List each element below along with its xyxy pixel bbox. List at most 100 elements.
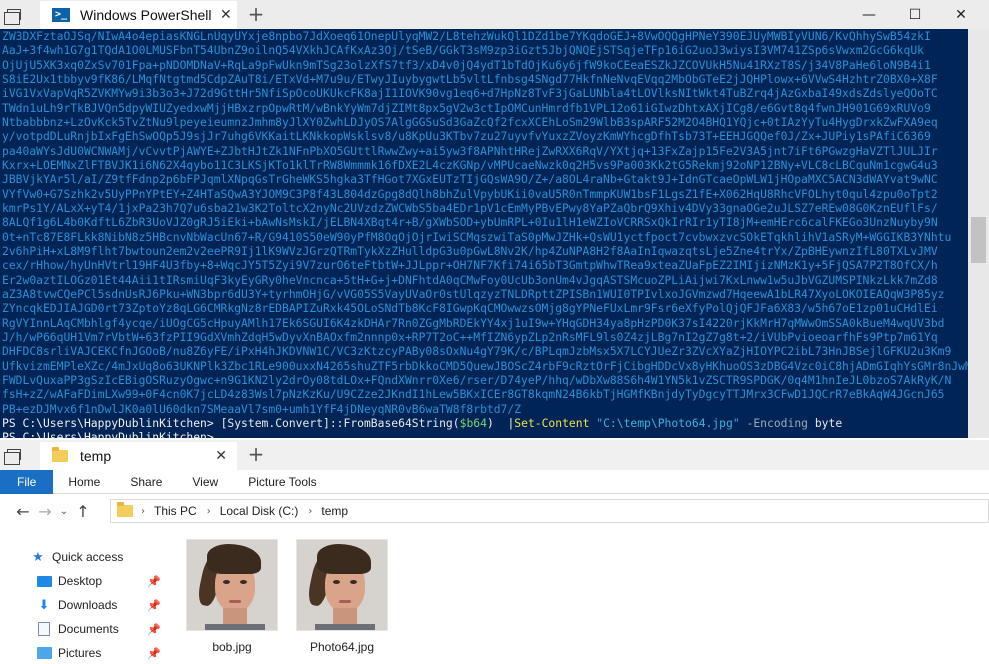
sidebar-item-pictures[interactable]: Pictures 📌 — [36, 642, 165, 664]
prompt-path: PS C:\Users\HappyDublinKitchen> — [2, 415, 214, 430]
explorer-tab-bar: temp ✕ + — [0, 440, 989, 470]
base64-line: kmrPs1Y/ALxX+yT4/1jxPa23h7Q7u6sba21w3K2T… — [2, 200, 938, 215]
base64-line: 2v6hPiH+xL8M9flht7bwtoun2em2v2eePR9Ij1lK… — [2, 243, 938, 258]
sidebar-item-downloads[interactable]: ⬇ Downloads 📌 — [36, 594, 165, 616]
base64-line: iVG1VxVapVqR5ZVKMYw9i3b3o3+J72d9GttHr5Nf… — [2, 86, 938, 101]
desktop-icon — [36, 574, 52, 588]
sidebar-item-label: Pictures — [58, 646, 102, 660]
console-output[interactable]: ZW3DXFztaOJSq/NIwA4o4epiasKNGLnUqyUYxje8… — [0, 29, 968, 438]
star-icon: ★ — [32, 549, 44, 565]
pin-icon[interactable]: 📌 — [147, 599, 161, 612]
base64-line: pa40aWYsJdU0WCNWAMj/vCvvtPjAWYE+ZJbtHJtZ… — [2, 143, 938, 158]
base64-line: y/votpdDLuRnjbIxFgEhSwOQp5J9sjJr7uhg6VKK… — [2, 129, 931, 144]
documents-icon — [36, 622, 52, 636]
new-tab-button[interactable]: + — [246, 443, 266, 465]
ribbon-tab-home[interactable]: Home — [53, 470, 115, 494]
minimize-button[interactable]: — — [846, 0, 892, 29]
sidebar-item-label: Downloads — [58, 598, 118, 612]
base64-line: Kxrx+LOEMNxZlFTBVJK1i6N62X4qybo11C3LKSjK… — [2, 157, 938, 172]
base64-line: cex/rHhow/hyUnHVtrl19HF4U3fby+8+WqcJY5T5… — [2, 258, 938, 273]
command-type: [System.Convert]::FromBase64String( — [220, 415, 460, 430]
base64-line: 8ALQf1g6L4b0KdftL6ZbR3UoVJZ0gRJ5iEki+bAw… — [2, 215, 938, 230]
breadcrumb-separator: › — [308, 505, 313, 517]
command-variable: $b64 — [459, 415, 487, 430]
file-item-photo64[interactable]: Photo64.jpg — [292, 539, 392, 659]
navigation-pane: ★ Quick access Desktop 📌 ⬇ Downloads 📌 D… — [0, 536, 165, 661]
ribbon-tab-picture-tools[interactable]: Picture Tools — [233, 470, 331, 494]
powershell-window: >_ Windows PowerShell (x ✕ + — ☐ ✕ ZW3DX… — [0, 0, 989, 438]
sidebar-item-label: Quick access — [52, 550, 124, 564]
base64-line: VYfVw0+G7Szhk2v5UyPPnYPtEY+Z4HTaSQwA3YJO… — [2, 186, 938, 201]
new-tab-button[interactable]: + — [246, 3, 266, 25]
ribbon-tab-file[interactable]: File — [0, 470, 54, 494]
breadcrumb-separator: › — [141, 505, 145, 517]
back-arrow-icon[interactable]: ← — [12, 502, 34, 521]
base64-line: FWDLvQuxaPP3gSzIcEBigOSRuzyOgwc+n9G1KN2l… — [2, 372, 952, 387]
ribbon: File Home Share View Picture Tools — [0, 470, 989, 494]
pin-icon[interactable]: 📌 — [147, 647, 161, 660]
explorer-window: temp ✕ + File Home Share View Picture To… — [0, 440, 989, 660]
pictures-icon — [36, 646, 52, 660]
breadcrumb-this-pc[interactable]: This PC — [154, 504, 197, 518]
task-view-icon[interactable] — [0, 0, 28, 29]
breadcrumb-temp[interactable]: temp — [321, 504, 348, 518]
base64-line: aZ3A8tvwCQePCl5sdnUsRJ6Pku+WN3bpr6dU3Y+t… — [2, 286, 945, 301]
file-list: bob.jpg Photo64.jpg — [180, 536, 989, 660]
forward-arrow-icon[interactable]: → — [34, 502, 56, 521]
base64-line: Er2w0aztILOGz01Et44Aii1tIRsmiUqF3kyEyGRy… — [2, 272, 938, 287]
console-scrollbar[interactable] — [968, 29, 989, 438]
sidebar-item-quick-access[interactable]: ★ Quick access — [30, 546, 165, 568]
base64-line: OjUjU5XK3xq0ZxSv701Fpa+pNDOMDNaV+RqLa9pF… — [2, 57, 931, 72]
file-name: Photo64.jpg — [309, 640, 375, 654]
photo-thumbnail — [186, 539, 278, 631]
folder-icon — [117, 502, 133, 517]
pin-icon[interactable]: 📌 — [147, 623, 161, 636]
base64-line: S8iE2Ux1tbbyv9fK86/LMqfNtgtmd5CdpZAuT8i/… — [2, 71, 938, 86]
base64-line: PB+ezDJMvx6f1nDwlJK0a0lU60dkn7SMeaaVl7sm… — [2, 401, 522, 416]
sidebar-item-label: Documents — [58, 622, 119, 636]
downloads-icon: ⬇ — [38, 597, 50, 613]
scrollbar-thumb[interactable] — [971, 217, 986, 263]
address-bar[interactable]: › This PC › Local Disk (C:) › temp — [110, 499, 989, 523]
task-view-icon[interactable] — [0, 440, 28, 469]
base64-line: ZYncqkEDJIAJGD0rt73ZptoYz8qLG6CMRkgNz8rE… — [2, 301, 938, 316]
base64-line: ZW3DXFztaOJSq/NIwA4o4epiasKNGLnUqyUYxje8… — [2, 29, 931, 43]
address-row: ← → ⌄ ↑ › This PC › Local Disk (C:) › te… — [0, 495, 989, 527]
base64-line: DHFDC8srliVAJCEKCfnJGOoB/nu8Z6yFE/iPxH4h… — [2, 344, 952, 359]
breadcrumb-separator: › — [206, 505, 211, 517]
ribbon-tab-share[interactable]: Share — [115, 470, 177, 494]
explorer-tab-title: temp — [80, 448, 112, 464]
powershell-tab-title: Windows PowerShell (x — [80, 7, 212, 23]
ribbon-tab-view[interactable]: View — [177, 470, 233, 494]
explorer-tab[interactable]: temp ✕ — [40, 442, 237, 470]
command-param-value: byte — [814, 415, 843, 430]
folder-icon — [52, 447, 68, 462]
close-tab-icon[interactable]: ✕ — [220, 7, 232, 23]
base64-line: Ntbabbbnz+LzOvKck5TvZtNu9lpeyeieumnzJmhm… — [2, 114, 938, 129]
powershell-tab[interactable]: >_ Windows PowerShell (x ✕ — [40, 1, 237, 29]
base64-line: JBBVjkYAr5l/aI/Z9tfFdnp2p6bFPJqmlXNpqGsT… — [2, 172, 938, 187]
photo-thumbnail — [296, 539, 388, 631]
base64-line: fsH+zZ/wAFaFDimLXw99+0F4cn0K7jcLD4z83Wsl… — [2, 387, 945, 402]
powershell-icon: >_ — [52, 8, 70, 22]
close-tab-icon[interactable]: ✕ — [215, 448, 227, 464]
sidebar-item-documents[interactable]: Documents 📌 — [36, 618, 165, 640]
base64-line: J/h/wP66qUH1Vm7rVbtW+63fzPII9GdXVmhZdqH5… — [2, 329, 938, 344]
base64-line: RgVYInnLAqCMbhlgf4ycqe/iUOgCG5cHpuyAMlh1… — [2, 315, 945, 330]
base64-line: 0t+nTc87E8FLkk8NibN8z5HBcnvNbWacUn67+R/G… — [2, 229, 952, 244]
sidebar-item-label: Desktop — [58, 574, 103, 588]
up-arrow-icon[interactable]: ↑ — [72, 502, 94, 521]
file-item-bob[interactable]: bob.jpg — [182, 539, 282, 659]
pin-icon[interactable]: 📌 — [147, 575, 161, 588]
command-param: -Encoding — [746, 415, 808, 430]
command-cmdlet: Set-Content — [514, 415, 590, 430]
maximize-button[interactable]: ☐ — [892, 0, 938, 29]
command-line: PS C:\Users\HappyDublinKitchen> [System.… — [2, 416, 968, 430]
base64-line: UfkvizmEMPleXZc/4mJxUq8o63UKNPlk3Zbc1RLe… — [2, 358, 968, 373]
breadcrumb-local-disk[interactable]: Local Disk (C:) — [220, 504, 299, 518]
recent-locations-chevron-icon[interactable]: ⌄ — [56, 506, 72, 517]
command-path: "C:\temp\Photo64.jpg" — [596, 415, 740, 430]
powershell-tab-bar: >_ Windows PowerShell (x ✕ + — ☐ ✕ — [0, 0, 989, 29]
close-window-button[interactable]: ✕ — [938, 0, 984, 29]
sidebar-item-desktop[interactable]: Desktop 📌 — [36, 570, 165, 592]
